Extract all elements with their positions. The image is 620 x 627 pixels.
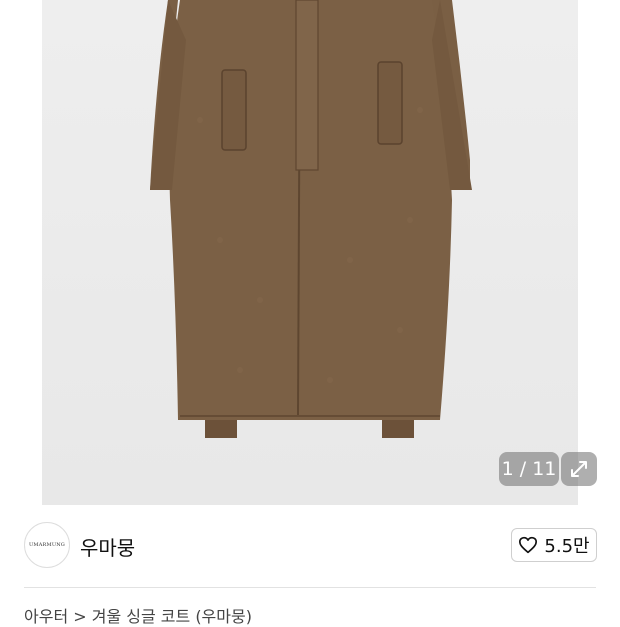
seller-avatar[interactable]: UMARMUNG <box>24 522 70 568</box>
section-divider <box>24 587 596 588</box>
image-counter: 1 / 11 <box>499 452 559 486</box>
seller-row: UMARMUNG 우마뭉 5.5만 <box>0 505 620 587</box>
category-breadcrumb[interactable]: 아우터 > 겨울 싱글 코트 (우마뭉) <box>24 603 252 627</box>
like-button[interactable]: 5.5만 <box>511 528 597 562</box>
product-image-gallery[interactable]: 1 / 11 <box>0 0 620 505</box>
expand-image-button[interactable] <box>561 452 597 486</box>
coat-image <box>150 0 472 438</box>
seller-logo-text: UMARMUNG <box>28 542 65 548</box>
expand-arrows-icon <box>571 461 587 477</box>
heart-outline-icon <box>519 536 538 554</box>
like-count: 5.5만 <box>544 536 590 557</box>
seller-name[interactable]: 우마뭉 <box>80 532 135 561</box>
